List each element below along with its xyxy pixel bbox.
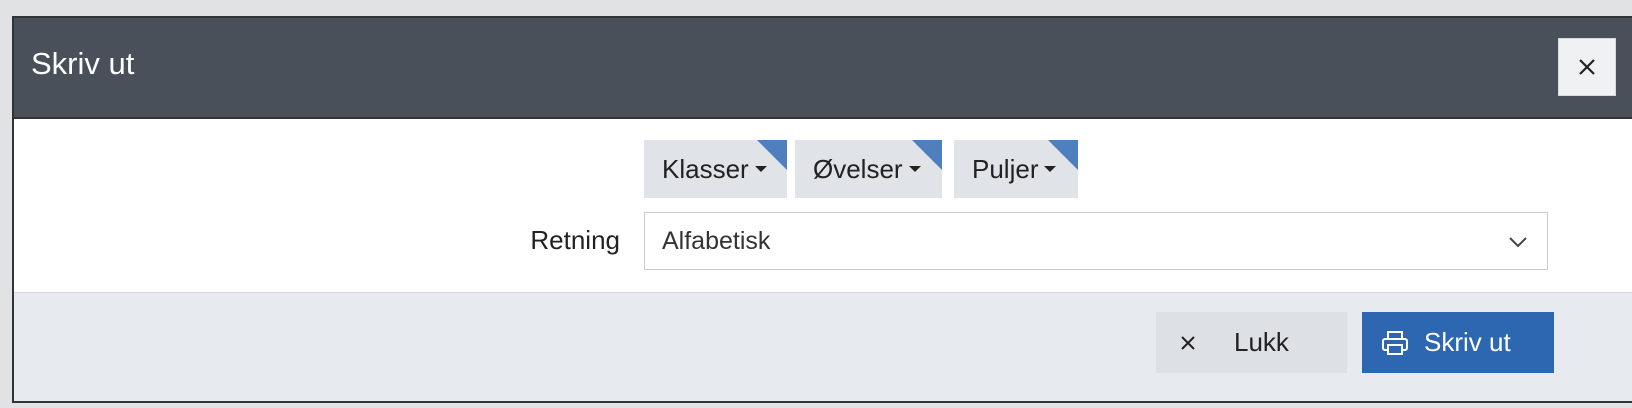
tab-ovelser-label: Øvelser [813, 153, 903, 184]
tab-klasser[interactable]: Klasser [644, 140, 787, 198]
corner-marker-icon [1048, 140, 1078, 170]
close-button[interactable]: Lukk [1156, 312, 1347, 373]
dialog-close-button[interactable] [1558, 38, 1616, 96]
dialog-footer: Lukk Skriv ut [14, 292, 1632, 401]
corner-marker-icon [912, 140, 942, 170]
print-dialog: Skriv ut Klasser Øvelser Puljer Retning … [12, 16, 1632, 403]
tab-puljer-label: Puljer [972, 153, 1039, 184]
direction-select-value: Alfabetisk [662, 226, 771, 255]
chevron-down-icon [1509, 237, 1527, 248]
tab-ovelser[interactable]: Øvelser [795, 140, 942, 198]
dialog-title: Skriv ut [31, 46, 135, 81]
dialog-body: Klasser Øvelser Puljer Retning Alfabetis… [14, 119, 1632, 292]
close-icon [1181, 335, 1195, 350]
print-button-label: Skriv ut [1424, 327, 1511, 357]
print-button[interactable]: Skriv ut [1362, 312, 1554, 373]
tab-klasser-label: Klasser [662, 153, 749, 184]
close-icon [1579, 59, 1595, 75]
corner-marker-icon [757, 140, 787, 170]
printer-icon [1382, 330, 1408, 355]
tab-puljer[interactable]: Puljer [954, 140, 1078, 198]
direction-label: Retning [530, 225, 620, 255]
dialog-header: Skriv ut [14, 18, 1632, 119]
direction-select[interactable]: Alfabetisk [644, 212, 1548, 270]
close-button-label: Lukk [1234, 327, 1289, 357]
